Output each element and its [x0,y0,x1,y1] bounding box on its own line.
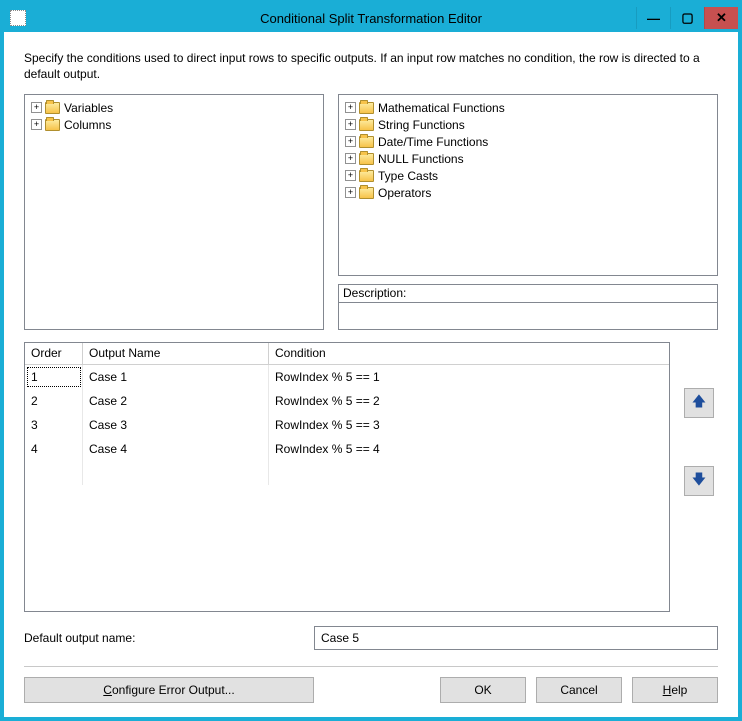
dialog-content: Specify the conditions used to direct in… [4,32,738,717]
expand-icon[interactable]: + [345,170,356,181]
tree-item-variables[interactable]: + Variables [29,99,319,116]
tree-label: String Functions [377,118,465,132]
tree-item[interactable]: + NULL Functions [343,150,713,167]
folder-icon [359,119,374,131]
description-field: Description: [338,284,718,330]
cell-order[interactable]: 4 [25,437,83,461]
tree-item[interactable]: + Type Casts [343,167,713,184]
app-icon [10,10,26,26]
folder-icon [359,136,374,148]
folder-icon [45,119,60,131]
cell-condition[interactable]: RowIndex % 5 == 2 [269,389,669,413]
top-panes: + Variables + Columns + Mathematical Func… [24,94,718,330]
minimize-button[interactable]: — [636,7,670,29]
tree-item[interactable]: + String Functions [343,116,713,133]
default-output-label: Default output name: [24,631,304,645]
ok-button[interactable]: OK [440,677,526,703]
grid-row[interactable]: 2 Case 2 RowIndex % 5 == 2 [25,389,669,413]
cell-name[interactable]: Case 1 [83,365,269,389]
header-condition[interactable]: Condition [269,343,669,364]
folder-icon [359,153,374,165]
conditions-area: Order Output Name Condition 1 Case 1 Row… [24,342,718,612]
conditions-grid[interactable]: Order Output Name Condition 1 Case 1 Row… [24,342,670,612]
folder-icon [359,170,374,182]
cell-order[interactable]: 2 [25,389,83,413]
folder-icon [359,187,374,199]
folder-icon [359,102,374,114]
cell-name[interactable]: Case 3 [83,413,269,437]
tree-item[interactable]: + Mathematical Functions [343,99,713,116]
move-up-button[interactable]: 🡅 [684,388,714,418]
default-output-input[interactable] [314,626,718,650]
cell-name[interactable]: Case 2 [83,389,269,413]
tree-label: NULL Functions [377,152,464,166]
grid-row-empty[interactable] [25,461,669,485]
cell-order[interactable] [25,461,83,485]
dialog-window: Conditional Split Transformation Editor … [0,0,742,721]
cell-condition[interactable]: RowIndex % 5 == 1 [269,365,669,389]
expand-icon[interactable]: + [345,136,356,147]
expand-icon[interactable]: + [345,153,356,164]
header-output-name[interactable]: Output Name [83,343,269,364]
functions-panel: + Mathematical Functions + String Function… [338,94,718,330]
expand-icon[interactable]: + [31,102,42,113]
cell-name[interactable] [83,461,269,485]
grid-row[interactable]: 4 Case 4 RowIndex % 5 == 4 [25,437,669,461]
help-button[interactable]: Help [632,677,718,703]
expand-icon[interactable]: + [31,119,42,130]
tree-item[interactable]: + Date/Time Functions [343,133,713,150]
grid-row[interactable]: 1 Case 1 RowIndex % 5 == 1 [25,365,669,389]
expand-icon[interactable]: + [345,102,356,113]
tree-item[interactable]: + Operators [343,184,713,201]
expand-icon[interactable]: + [345,187,356,198]
reorder-buttons: 🡅 🡇 [680,342,718,612]
tree-item-columns[interactable]: + Columns [29,116,319,133]
cell-order[interactable]: 3 [25,413,83,437]
dialog-description: Specify the conditions used to direct in… [24,50,718,82]
cell-condition[interactable] [269,461,669,485]
tree-label: Variables [63,101,113,115]
tree-label: Type Casts [377,169,438,183]
tree-label: Columns [63,118,111,132]
maximize-button[interactable]: ▢ [670,7,704,29]
window-title: Conditional Split Transformation Editor [4,11,738,26]
configure-error-output-button[interactable]: Configure Error Output... [24,677,314,703]
grid-row[interactable]: 3 Case 3 RowIndex % 5 == 3 [25,413,669,437]
cell-condition[interactable]: RowIndex % 5 == 4 [269,437,669,461]
expand-icon[interactable]: + [345,119,356,130]
description-label: Description: [338,284,718,302]
cell-condition[interactable]: RowIndex % 5 == 3 [269,413,669,437]
divider [24,666,718,667]
tree-label: Date/Time Functions [377,135,488,149]
dialog-buttons: Configure Error Output... OK Cancel Help [24,677,718,703]
header-order[interactable]: Order [25,343,83,364]
grid-body: 1 Case 1 RowIndex % 5 == 1 2 Case 2 RowI… [25,365,669,611]
tree-label: Operators [377,186,431,200]
titlebar: Conditional Split Transformation Editor … [4,4,738,32]
cell-name[interactable]: Case 4 [83,437,269,461]
arrow-up-icon: 🡅 [692,391,706,415]
cell-order[interactable]: 1 [25,365,83,389]
description-box[interactable] [338,302,718,330]
grid-header: Order Output Name Condition [25,343,669,365]
folder-icon [45,102,60,114]
default-output-row: Default output name: [24,626,718,650]
arrow-down-icon: 🡇 [692,469,706,493]
tree-label: Mathematical Functions [377,101,505,115]
close-button[interactable]: ✕ [704,7,738,29]
cancel-button[interactable]: Cancel [536,677,622,703]
functions-tree[interactable]: + Mathematical Functions + String Function… [338,94,718,276]
move-down-button[interactable]: 🡇 [684,466,714,496]
window-controls: — ▢ ✕ [636,7,738,29]
variables-columns-tree[interactable]: + Variables + Columns [24,94,324,330]
